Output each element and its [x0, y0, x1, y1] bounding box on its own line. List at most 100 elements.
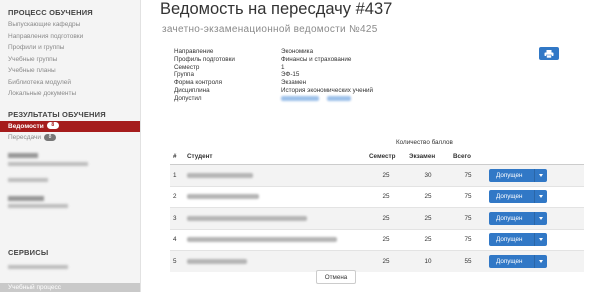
print-button[interactable] [539, 47, 559, 60]
separator [534, 254, 535, 268]
student-name [184, 250, 366, 272]
row-num: 2 [170, 185, 184, 208]
sidebar-item-groups[interactable]: Учебные группы [0, 54, 140, 66]
info-key: Дисциплина [174, 86, 210, 94]
exam-score: 25 [406, 228, 450, 251]
total-score: 55 [450, 250, 486, 272]
table-row: 4 25 25 75 Допущен [170, 228, 584, 251]
info-value: Финансы и страхование [281, 55, 352, 63]
info-value: Экономика [281, 48, 314, 55]
section-title-process: ПРОЦЕСС ОБУЧЕНИЯ [8, 8, 93, 17]
admit-label: Допущен [496, 257, 523, 265]
col-student: Студент [184, 148, 366, 165]
col-action [486, 148, 584, 165]
admit-label: Допущен [496, 171, 523, 179]
sidebar-item-departments[interactable]: Выпускающие кафедры [0, 19, 140, 31]
statement-info: Направление Экономика Профиль подготовки Ф… [174, 48, 414, 103]
admit-dropdown-button[interactable]: Допущен [489, 233, 547, 247]
separator [534, 233, 535, 247]
caret-down-icon [539, 238, 543, 242]
info-key: Семестр [174, 63, 200, 71]
table-row: 3 25 25 75 Допущен [170, 207, 584, 229]
print-icon [544, 45, 554, 63]
info-key: Группа [174, 71, 194, 79]
row-num: 4 [170, 228, 184, 251]
table-row: 5 25 10 55 Допущен [170, 250, 584, 272]
sidebar-item-statements[interactable]: Ведомости 8 [0, 120, 140, 132]
col-num: # [170, 148, 184, 165]
blurred-item [8, 265, 68, 269]
separator [534, 190, 535, 204]
caret-down-icon [539, 259, 543, 263]
total-score: 75 [450, 164, 486, 186]
semester-score: 25 [366, 250, 406, 272]
row-num: 1 [170, 164, 184, 186]
count-badge: 8 [46, 122, 59, 130]
semester-score: 25 [366, 207, 406, 229]
admit-label: Допущен [496, 214, 523, 222]
info-row-discipline: Дисциплина История экономических учений [174, 87, 414, 95]
admit-dropdown-button[interactable]: Допущен [489, 211, 547, 225]
sidebar-item-label: Пересдачи [8, 134, 42, 141]
info-value: История экономических учений [281, 86, 374, 94]
section-title-results: РЕЗУЛЬТАТЫ ОБУЧЕНИЯ [8, 109, 106, 119]
info-row-profile: Профиль подготовки Финансы и страхование [174, 56, 414, 64]
section-title-services: СЕРВИСЫ [8, 248, 49, 257]
blurred-section [0, 152, 140, 208]
table-row: 1 25 30 75 Допущен [170, 164, 584, 186]
row-num: 5 [170, 250, 184, 272]
sidebar-item-directions[interactable]: Направления подготовки [0, 31, 140, 43]
info-row-semester: Семестр 1 [174, 64, 414, 72]
sidebar-item-educational-process[interactable]: Учебный процесс [0, 283, 140, 292]
admit-label: Допущен [496, 236, 523, 244]
row-num: 3 [170, 207, 184, 229]
col-exam: Экзамен [406, 148, 450, 165]
sidebar-item-label: Ведомости [8, 122, 44, 130]
action-cell: Допущен [486, 164, 584, 186]
admit-dropdown-button[interactable]: Допущен [489, 254, 547, 268]
info-key: Допустил [174, 94, 202, 102]
page-title: Ведомость на пересдачу #437 [160, 0, 393, 18]
action-cell: Допущен [486, 228, 584, 251]
semester-score: 25 [366, 228, 406, 251]
separator [534, 211, 535, 225]
info-row-control-form: Форма контроля Экзамен [174, 79, 414, 87]
info-value: 1 [281, 63, 285, 71]
separator [534, 168, 535, 182]
sidebar-item-local-docs[interactable]: Локальные документы [0, 88, 140, 100]
admit-dropdown-button[interactable]: Допущен [489, 190, 547, 204]
info-row-direction: Направление Экономика [174, 48, 414, 56]
semester-score: 25 [366, 164, 406, 186]
exam-score: 25 [406, 207, 450, 229]
exam-score: 10 [406, 250, 450, 272]
info-row-admitted-by: Допустил [174, 95, 414, 103]
info-value-link[interactable] [281, 95, 351, 103]
info-key: Направление [174, 48, 214, 55]
sidebar-item-plans[interactable]: Учебные планы [0, 65, 140, 77]
student-name [184, 185, 366, 208]
info-key: Профиль подготовки [174, 55, 235, 63]
admit-dropdown-button[interactable]: Допущен [489, 168, 547, 182]
sidebar: ПРОЦЕСС ОБУЧЕНИЯ Выпускающие кафедры Нап… [0, 0, 141, 292]
action-cell: Допущен [486, 250, 584, 272]
exam-score: 30 [406, 164, 450, 186]
info-key: Форма контроля [174, 79, 223, 87]
sidebar-item-retakes[interactable]: Пересдачи 8 [0, 132, 140, 144]
scores-table: # Студент Семестр Экзамен Всего 1 25 30 … [170, 148, 584, 272]
info-row-group: Группа ЭФ-15 [174, 71, 414, 79]
exam-score: 25 [406, 185, 450, 208]
student-name [184, 207, 366, 229]
sidebar-item-modules[interactable]: Библиотека модулей [0, 77, 140, 89]
cancel-button[interactable]: Отмена [316, 270, 356, 284]
page-subtitle: зачетно-экзаменационной ведомости №425 [162, 24, 378, 35]
count-badge: 8 [44, 133, 57, 141]
total-score: 75 [450, 228, 486, 251]
table-row: 2 25 25 75 Допущен [170, 185, 584, 208]
caret-down-icon [539, 173, 543, 177]
total-score: 75 [450, 207, 486, 229]
table-header-row: # Студент Семестр Экзамен Всего [170, 148, 584, 165]
sidebar-item-profiles[interactable]: Профили и группы [0, 42, 140, 54]
student-name [184, 228, 366, 251]
student-name [184, 164, 366, 186]
info-value: ЭФ-15 [281, 71, 300, 79]
